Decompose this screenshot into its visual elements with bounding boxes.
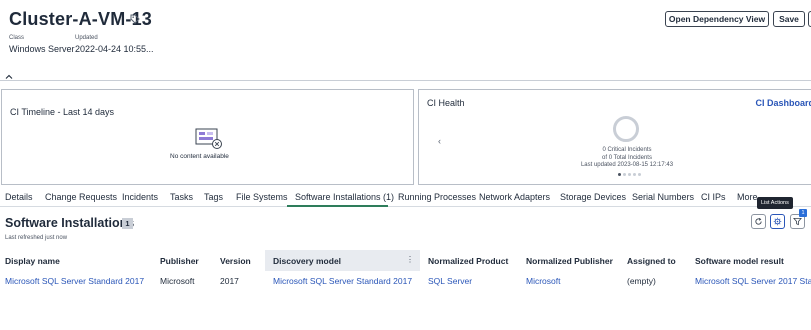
tab-more[interactable]: More xyxy=(737,192,758,202)
list-actions-button[interactable] xyxy=(770,214,785,229)
carousel-dot[interactable] xyxy=(623,173,626,176)
carousel-dot[interactable] xyxy=(633,173,636,176)
chevron-left-icon[interactable]: ‹ xyxy=(438,136,441,146)
ci-timeline-panel: CI Timeline - Last 14 days No content av… xyxy=(1,89,414,185)
tab-tags[interactable]: Tags xyxy=(204,192,223,202)
save-button[interactable]: Save xyxy=(773,11,805,27)
class-value: Windows Server xyxy=(9,44,75,54)
column-header-publisher[interactable]: Publisher xyxy=(160,256,199,266)
tab-change-requests[interactable]: Change Requests xyxy=(45,192,117,202)
record-header: Cluster-A-VM-13 Class Windows Server Upd… xyxy=(0,0,811,80)
empty-content-icon xyxy=(195,128,222,149)
refresh-icon xyxy=(755,217,762,225)
cell-assigned-to: (empty) xyxy=(627,276,656,286)
health-ring-chart xyxy=(613,116,639,142)
record-count-badge: 1 xyxy=(122,218,133,229)
cell-normalized-publisher[interactable]: Microsoft xyxy=(526,276,560,286)
cell-discovery-model[interactable]: Microsoft SQL Server Standard 2017 xyxy=(273,276,412,286)
carousel-dot[interactable] xyxy=(618,173,621,176)
cell-display-name[interactable]: Microsoft SQL Server Standard 2017 xyxy=(5,276,144,286)
cell-software-model-result[interactable]: Microsoft SQL Server 2017 Standard xyxy=(695,276,811,286)
updated-value: 2022-04-24 10:55... xyxy=(75,44,154,54)
carousel-dot[interactable] xyxy=(638,173,641,176)
filter-icon xyxy=(793,217,802,226)
ci-timeline-title: CI Timeline - Last 14 days xyxy=(10,107,115,117)
tab-tasks[interactable]: Tasks xyxy=(170,192,193,202)
last-updated-text: Last updated 2023-08-15 12:17:43 xyxy=(580,162,674,168)
tab-serial-numbers[interactable]: Serial Numbers xyxy=(632,192,694,202)
meta-updated: Updated 2022-04-24 10:55... xyxy=(75,35,154,54)
critical-incidents-text: 0 Critical Incidents xyxy=(602,147,652,153)
empty-content-text: No content available xyxy=(170,153,229,160)
tab-ci-ips[interactable]: CI IPs xyxy=(701,192,726,202)
filter-count-badge: 1 xyxy=(799,209,807,217)
column-header-normalized-product[interactable]: Normalized Product xyxy=(428,256,508,266)
tab-incidents[interactable]: Incidents xyxy=(122,192,158,202)
related-list-title: Software Installations xyxy=(5,216,135,230)
tab-details[interactable]: Details xyxy=(5,192,33,202)
health-summary: 0 Critical Incidents of 0 Total Incident… xyxy=(569,147,685,170)
class-label: Class xyxy=(9,35,25,41)
meta-class: Class Windows Server xyxy=(9,35,75,54)
refresh-button[interactable] xyxy=(751,214,766,229)
carousel-dot[interactable] xyxy=(628,173,631,176)
list-actions-tooltip: List Actions xyxy=(757,197,793,209)
tab-running-processes[interactable]: Running Processes xyxy=(398,192,476,202)
tag-icon[interactable] xyxy=(130,14,140,24)
tab-network-adapters[interactable]: Network Adapters xyxy=(479,192,550,202)
cell-normalized-product[interactable]: SQL Server xyxy=(428,276,472,286)
collapse-header-row xyxy=(0,73,811,83)
open-dependency-view-button[interactable]: Open Dependency View xyxy=(665,11,769,27)
column-header-discovery-model[interactable]: Discovery model xyxy=(273,256,341,266)
column-header-display-name[interactable]: Display name xyxy=(5,256,60,266)
column-header-software-model-result[interactable]: Software model result xyxy=(695,256,784,266)
updated-label: Updated xyxy=(75,35,98,41)
ci-health-title: CI Health xyxy=(427,98,465,108)
gear-icon xyxy=(773,217,782,226)
cell-publisher: Microsoft xyxy=(160,276,195,286)
column-header-normalized-publisher[interactable]: Normalized Publisher xyxy=(526,256,613,266)
ci-dashboard-link[interactable]: CI Dashboard xyxy=(755,98,811,108)
tab-file-systems[interactable]: File Systems xyxy=(236,192,288,202)
column-header-assigned-to[interactable]: Assigned to xyxy=(627,256,676,266)
tab-software-installations[interactable]: Software Installations (1) xyxy=(295,192,394,202)
divider xyxy=(0,80,811,81)
cell-version: 2017 xyxy=(220,276,239,286)
column-menu-icon[interactable]: ⋮ xyxy=(406,255,414,264)
carousel-dots[interactable] xyxy=(618,173,641,176)
last-refreshed-text: Last refreshed just now xyxy=(5,235,68,241)
related-list-tabs: Details Change Requests Incidents Tasks … xyxy=(0,189,811,207)
tab-storage-devices[interactable]: Storage Devices xyxy=(560,192,626,202)
ci-health-panel: CI Health CI Dashboard ‹ 0 Critical Inci… xyxy=(418,89,811,185)
column-header-version[interactable]: Version xyxy=(220,256,251,266)
total-incidents-text: of 0 Total Incidents xyxy=(602,154,652,161)
active-tab-indicator xyxy=(287,205,388,207)
